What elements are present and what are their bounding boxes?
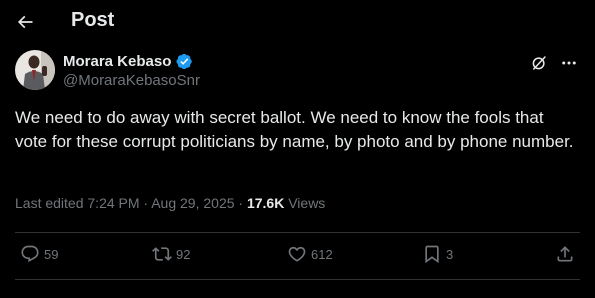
repost-icon (152, 247, 172, 261)
reply-button[interactable]: 59 (20, 244, 58, 264)
views-count: 17.6K (246, 195, 285, 211)
more-icon (562, 61, 576, 65)
reply-count: 59 (44, 246, 59, 262)
like-count: 612 (311, 246, 333, 262)
grok-button[interactable] (528, 52, 550, 74)
verified-badge-icon (176, 53, 192, 70)
repost-button[interactable]: 92 (152, 244, 190, 264)
back-arrow-icon (17, 15, 33, 29)
avatar[interactable] (15, 50, 55, 90)
repost-count: 92 (176, 246, 191, 262)
meta-separator: · (143, 195, 149, 211)
back-button[interactable] (10, 8, 40, 36)
bookmark-icon (425, 245, 439, 264)
post-metadata: Last edited 7:24 PM · Aug 29, 2025 · 17.… (15, 195, 325, 211)
author-display-name[interactable]: Morara Kebaso (63, 53, 171, 70)
author-handle[interactable]: @MoraraKebasoSnr (63, 72, 200, 89)
bookmark-count: 3 (446, 246, 454, 262)
more-options-button[interactable] (558, 52, 580, 74)
share-button[interactable] (555, 244, 575, 264)
bookmark-button[interactable]: 3 (422, 244, 453, 264)
divider (15, 232, 580, 233)
edited-label[interactable]: Last edited (15, 195, 84, 211)
like-icon (288, 246, 306, 262)
page-title: Post (71, 9, 115, 31)
header-bar: Post (0, 0, 595, 44)
views-label: Views (288, 195, 326, 211)
reply-icon (21, 245, 39, 263)
like-button[interactable]: 612 (287, 244, 333, 264)
post-author: Morara Kebaso @MoraraKebasoSnr (15, 50, 580, 94)
post-text: We need to do away with secret ballot. W… (15, 108, 574, 151)
action-bar: 59 92 612 3 (15, 234, 580, 278)
share-icon (557, 246, 573, 262)
meta-separator: · (238, 195, 244, 211)
post-date[interactable]: Aug 29, 2025 (151, 195, 234, 211)
post-time[interactable]: 7:24 PM (87, 195, 139, 211)
divider (15, 279, 580, 280)
grok-icon (532, 56, 546, 70)
